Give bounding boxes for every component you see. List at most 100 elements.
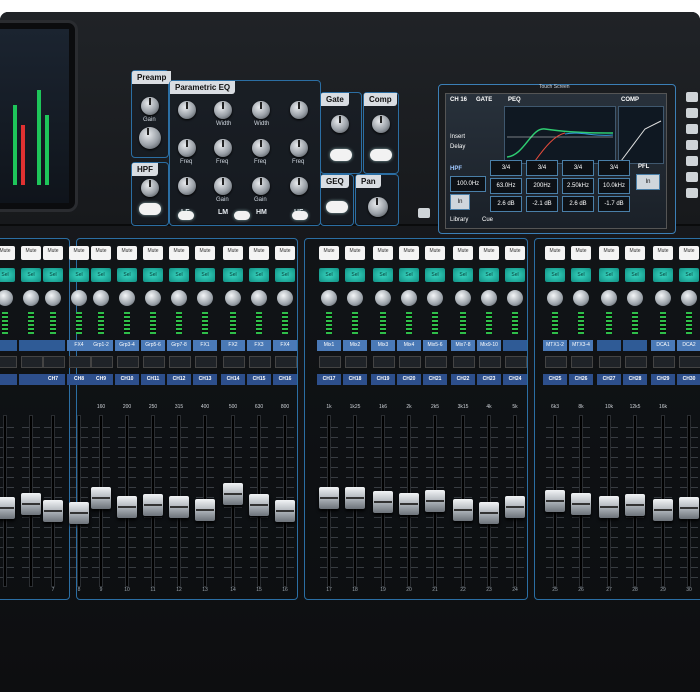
mix-button[interactable] <box>319 356 341 368</box>
sel-button[interactable]: Sel <box>679 268 699 282</box>
sel-button[interactable]: Sel <box>345 268 365 282</box>
mute-button[interactable]: Mute <box>453 246 473 260</box>
sel-button[interactable]: Sel <box>373 268 393 282</box>
mix-button[interactable] <box>91 356 113 368</box>
mix-button[interactable] <box>117 356 139 368</box>
sel-button[interactable]: Sel <box>195 268 215 282</box>
side-screen-button[interactable] <box>686 124 698 134</box>
pafl-button[interactable] <box>547 290 563 306</box>
screen-comp-tab[interactable]: COMP <box>621 97 639 103</box>
fader-cap[interactable] <box>505 496 525 518</box>
pafl-button[interactable] <box>507 290 523 306</box>
eq-lf-freq-knob[interactable] <box>178 139 196 157</box>
channel-button[interactable]: CH13 <box>193 374 217 385</box>
channel-button[interactable]: CH15 <box>247 374 271 385</box>
hpf-frequency-knob[interactable] <box>141 179 159 197</box>
fader-cap[interactable] <box>169 496 189 518</box>
mix-button[interactable] <box>249 356 271 368</box>
hpf-in-button[interactable] <box>139 203 161 215</box>
sel-button[interactable]: Sel <box>223 268 243 282</box>
peq-graph[interactable] <box>504 106 616 164</box>
fader-cap[interactable] <box>319 487 339 509</box>
mute-button[interactable]: Mute <box>249 246 269 260</box>
preamp-gain-knob[interactable] <box>139 127 161 149</box>
pafl-button[interactable] <box>23 290 39 306</box>
fader-cap[interactable] <box>453 499 473 521</box>
eq-gain-value[interactable]: 2.6 dB <box>562 196 594 212</box>
sel-button[interactable]: Sel <box>453 268 473 282</box>
mix-button[interactable] <box>195 356 217 368</box>
channel-button[interactable]: CH12 <box>167 374 191 385</box>
fader-cap[interactable] <box>21 493 41 515</box>
channel-button[interactable]: CH9 <box>89 374 113 385</box>
mute-button[interactable]: Mute <box>345 246 365 260</box>
eq-lm-width-knob[interactable] <box>214 101 232 119</box>
pafl-button[interactable] <box>481 290 497 306</box>
ratio-value[interactable]: 3/4 <box>598 160 630 176</box>
side-screen-button[interactable] <box>686 172 698 182</box>
hpf-in-toggle[interactable]: In <box>450 194 470 210</box>
fader-cap[interactable] <box>653 499 673 521</box>
pafl-button[interactable] <box>93 290 109 306</box>
mix-button[interactable] <box>275 356 297 368</box>
fader-cap[interactable] <box>479 502 499 524</box>
channel-button[interactable]: CH27 <box>597 374 621 385</box>
mix-button[interactable] <box>43 356 65 368</box>
channel-button[interactable] <box>0 374 17 385</box>
mute-button[interactable]: Mute <box>599 246 619 260</box>
pafl-button[interactable] <box>225 290 241 306</box>
mute-button[interactable]: Mute <box>21 246 41 260</box>
pafl-button[interactable] <box>251 290 267 306</box>
sel-button[interactable]: Sel <box>545 268 565 282</box>
channel-button[interactable]: CH23 <box>477 374 501 385</box>
fader-cap[interactable] <box>571 493 591 515</box>
mute-button[interactable]: Mute <box>0 246 15 260</box>
eq-hm-freq-knob[interactable] <box>252 139 270 157</box>
fader-cap[interactable] <box>91 487 111 509</box>
fader-cap[interactable] <box>143 494 163 516</box>
pafl-button[interactable] <box>401 290 417 306</box>
comp-in-button[interactable] <box>370 149 392 161</box>
eq-hf-gain-knob[interactable] <box>290 177 308 195</box>
sel-button[interactable]: Sel <box>117 268 137 282</box>
mute-button[interactable]: Mute <box>571 246 591 260</box>
eq-hm-width-knob[interactable] <box>252 101 270 119</box>
eq-freq-value[interactable]: 63.0Hz <box>490 178 522 194</box>
fader-cap[interactable] <box>545 490 565 512</box>
pafl-button[interactable] <box>375 290 391 306</box>
mute-button[interactable]: Mute <box>117 246 137 260</box>
pan-knob[interactable] <box>368 197 388 217</box>
sel-button[interactable]: Sel <box>249 268 269 282</box>
pafl-button[interactable] <box>171 290 187 306</box>
mix-button[interactable] <box>505 356 527 368</box>
eq-hf-shelf-button[interactable] <box>292 211 308 220</box>
touch-screen[interactable]: CH 16 GATE PEQ COMP Insert Delay HPF 100… <box>445 93 667 229</box>
pafl-button[interactable] <box>277 290 293 306</box>
pafl-button[interactable] <box>0 290 13 306</box>
eq-lf-width-knob[interactable] <box>178 101 196 119</box>
mix-button[interactable] <box>0 356 17 368</box>
mix-button[interactable] <box>599 356 621 368</box>
mute-button[interactable]: Mute <box>319 246 339 260</box>
pfl-in-toggle[interactable]: In <box>636 174 660 190</box>
mute-button[interactable]: Mute <box>169 246 189 260</box>
fader-cap[interactable] <box>345 487 365 509</box>
eq-freq-value[interactable]: 10.0kHz <box>598 178 630 194</box>
mix-button[interactable] <box>143 356 165 368</box>
mute-button[interactable]: Mute <box>143 246 163 260</box>
sel-button[interactable]: Sel <box>505 268 525 282</box>
fader-cap[interactable] <box>399 493 419 515</box>
gate-in-button[interactable] <box>330 149 352 161</box>
sel-button[interactable]: Sel <box>21 268 41 282</box>
fader-cap[interactable] <box>223 483 243 505</box>
ratio-value[interactable]: 3/4 <box>526 160 558 176</box>
mix-button[interactable] <box>223 356 245 368</box>
channel-button[interactable]: CH24 <box>503 374 527 385</box>
fader-cap[interactable] <box>425 490 445 512</box>
channel-button[interactable]: CH21 <box>423 374 447 385</box>
pafl-button[interactable] <box>347 290 363 306</box>
pafl-button[interactable] <box>601 290 617 306</box>
fader-cap[interactable] <box>249 494 269 516</box>
comp-threshold-knob[interactable] <box>372 115 390 133</box>
screen-delay-label[interactable]: Delay <box>450 144 465 150</box>
